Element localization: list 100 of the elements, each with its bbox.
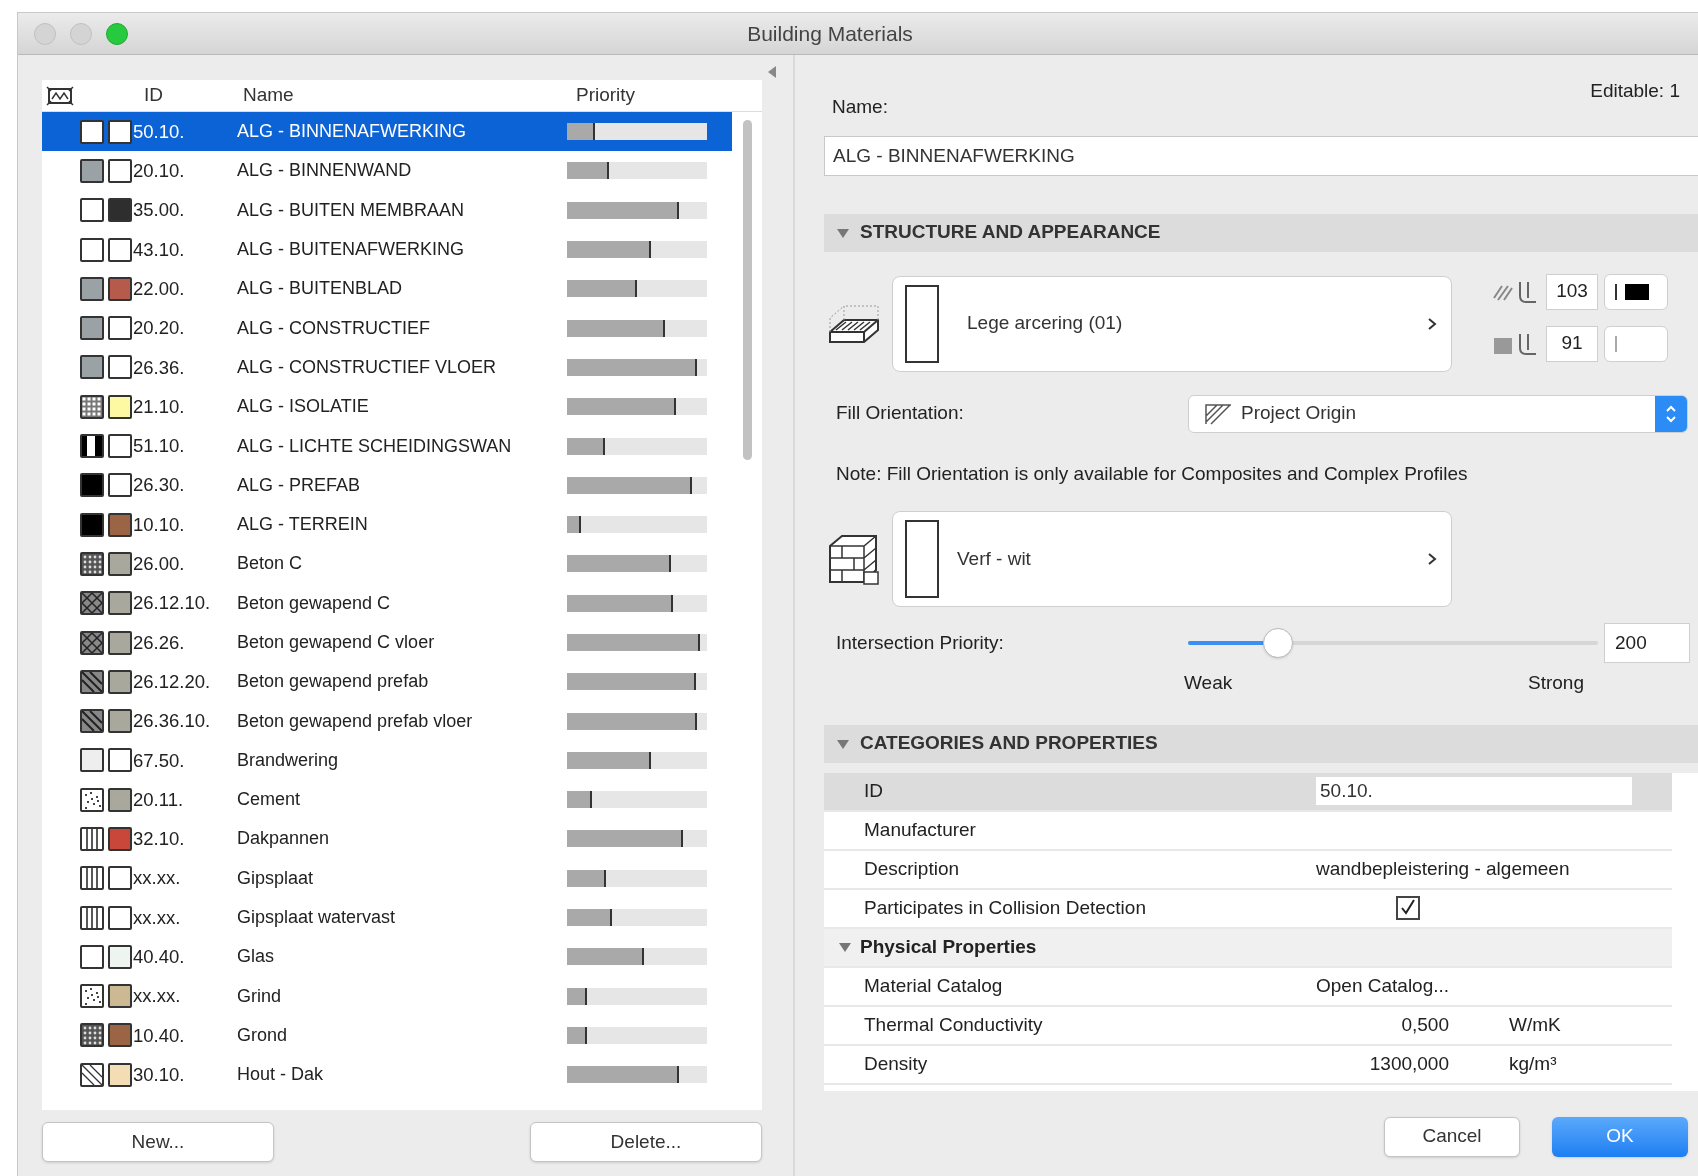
material-row[interactable]: 32.10. Dakpannen <box>42 819 732 859</box>
material-row[interactable]: 21.10. ALG - ISOLATIE <box>42 387 732 427</box>
material-row[interactable]: 51.10. ALG - LICHTE SCHEIDINGSWAN <box>42 426 732 466</box>
material-name: Beton gewapend prefab vloer <box>237 709 474 733</box>
material-row[interactable]: 26.12.10. Beton gewapend C <box>42 583 732 623</box>
material-name: Dakpannen <box>237 827 331 851</box>
material-row[interactable]: 26.36.10. Beton gewapend prefab vloer <box>42 701 732 741</box>
material-row[interactable]: 20.20. ALG - CONSTRUCTIEF <box>42 308 732 348</box>
material-id: 30.10. <box>132 1062 186 1087</box>
property-field[interactable]: 50.10. <box>1316 777 1632 805</box>
material-row[interactable]: 50.10. ALG - BINNENAFWERKING <box>42 112 732 152</box>
material-id: 32.10. <box>132 827 186 852</box>
material-name: ALG - CONSTRUCTIEF <box>237 316 431 340</box>
material-id: 43.10. <box>132 237 186 262</box>
cut-fill-picker[interactable]: Lege arcering (01) <box>892 275 1452 372</box>
material-name: Grond <box>237 1023 289 1047</box>
material-name: Gipsplaat watervast <box>237 906 397 930</box>
material-row[interactable]: 26.26. Beton gewapend C vloer <box>42 622 732 663</box>
material-id: 67.50. <box>132 748 186 773</box>
pattern-column-icon[interactable] <box>46 85 74 106</box>
fill-pattern-icon <box>80 276 104 301</box>
material-row[interactable]: 26.30. ALG - PREFAB <box>42 465 732 505</box>
surface-name: Verf - wit <box>957 546 1032 571</box>
material-row[interactable]: 10.10. ALG - TERREIN <box>42 504 732 545</box>
pen-number-field[interactable]: 91 <box>1546 325 1598 362</box>
material-id: 26.36. <box>132 355 186 380</box>
material-id: 10.10. <box>132 512 186 537</box>
property-value: Open Catalog... <box>1316 973 1450 998</box>
property-label: Thermal Conductivity <box>863 1012 1044 1037</box>
material-row[interactable]: xx.xx. Gipsplaat <box>42 858 732 898</box>
fill-pattern-icon <box>80 709 104 734</box>
material-id: 20.11. <box>132 787 185 812</box>
material-row[interactable]: xx.xx. Grind <box>42 976 732 1016</box>
material-row[interactable]: 43.10. ALG - BUITENAFWERKING <box>42 229 732 270</box>
material-name: ALG - BUITENAFWERKING <box>237 238 466 262</box>
fill-pattern-icon <box>80 827 104 851</box>
material-row[interactable]: 26.12.20. Beton gewapend prefab <box>42 662 732 702</box>
pen-color-picker[interactable] <box>1604 325 1668 362</box>
material-row[interactable]: 20.10. ALG - BINNENWAND <box>42 151 732 191</box>
property-row[interactable]: ID 50.10. <box>824 772 1672 812</box>
delete-button[interactable]: Delete... <box>530 1122 762 1162</box>
collision-checkbox[interactable] <box>1396 896 1420 920</box>
disclosure-triangle-icon[interactable] <box>836 226 850 239</box>
pen-color-picker[interactable] <box>1604 273 1668 310</box>
priority-value-field[interactable]: 200 <box>1604 623 1690 663</box>
surface-picker[interactable]: Verf - wit <box>892 511 1452 607</box>
disclosure-triangle-icon[interactable] <box>838 941 852 953</box>
section-header[interactable]: STRUCTURE AND APPEARANCE <box>824 213 1698 252</box>
material-id: 35.00. <box>132 198 186 223</box>
slider-thumb[interactable] <box>1263 628 1294 658</box>
material-name: Hout - Dak <box>237 1063 325 1087</box>
fill-pattern-icon <box>80 905 104 930</box>
disclosure-triangle-icon[interactable] <box>836 737 850 750</box>
material-row[interactable]: 26.36. ALG - CONSTRUCTIEF VLOER <box>42 347 732 388</box>
material-name: Brandwering <box>237 748 340 772</box>
fill-pattern-icon <box>80 316 104 341</box>
section-header[interactable]: CATEGORIES AND PROPERTIES <box>824 724 1698 763</box>
chevron-right-icon <box>1427 316 1437 331</box>
property-unit: W/mK <box>1508 1012 1561 1037</box>
name-field[interactable]: ALG - BINNENAFWERKING <box>824 135 1698 176</box>
fill-pattern-icon <box>80 1062 104 1087</box>
material-row[interactable]: 10.40. Grond <box>42 1015 732 1056</box>
fill-pattern-icon <box>80 748 104 773</box>
priority-slider[interactable] <box>1188 628 1598 658</box>
material-name: ALG - BUITENBLAD <box>237 277 404 301</box>
material-row[interactable]: 30.10. Hout - Dak <box>42 1055 732 1095</box>
new-button[interactable]: New... <box>42 1122 274 1162</box>
material-id: 20.20. <box>132 316 186 341</box>
material-id: 26.12.10. <box>132 591 212 616</box>
property-group-row[interactable]: Physical Properties <box>824 928 1672 968</box>
fill-pattern-icon <box>80 158 104 183</box>
fill-pattern-icon <box>80 237 104 262</box>
material-name: Gipsplaat <box>237 866 315 890</box>
weak-label: Weak <box>1184 671 1233 695</box>
fill-pattern-icon <box>80 944 104 969</box>
column-header[interactable]: ID <box>142 81 242 110</box>
material-name: ALG - BINNENAFWERKING <box>237 120 468 144</box>
material-id: 22.00. <box>132 276 186 301</box>
material-row[interactable]: 67.50. Brandwering <box>42 740 732 781</box>
property-unit: kg/m³ <box>1508 1051 1557 1076</box>
material-id: 26.36.10. <box>132 709 212 734</box>
material-row[interactable]: 35.00. ALG - BUITEN MEMBRAAN <box>42 190 732 230</box>
material-id: 10.40. <box>132 1023 186 1048</box>
property-value: wandbepleistering - algemeen <box>1316 856 1570 881</box>
scrollbar-thumb[interactable] <box>742 120 752 460</box>
cancel-button[interactable]: Cancel <box>1384 1116 1520 1157</box>
material-id: 26.12.20. <box>132 669 212 694</box>
column-header[interactable]: Name <box>242 81 574 110</box>
material-row[interactable]: 20.11. Cement <box>42 780 732 820</box>
zoom-button[interactable] <box>106 22 128 45</box>
collapse-arrow-icon[interactable] <box>766 65 778 79</box>
fill-pattern-icon <box>80 866 104 891</box>
column-header[interactable]: Priority <box>574 81 734 110</box>
material-row[interactable]: 22.00. ALG - BUITENBLAD <box>42 269 732 309</box>
material-row[interactable]: 26.00. Beton C <box>42 544 732 584</box>
material-row[interactable]: xx.xx. Gipsplaat watervast <box>42 897 732 938</box>
fill-pattern-icon <box>80 984 104 1009</box>
pen-number-field[interactable]: 103 <box>1546 273 1598 310</box>
material-row[interactable]: 40.40. Glas <box>42 937 732 977</box>
fill-orientation-select[interactable]: Project Origin <box>1188 394 1688 433</box>
